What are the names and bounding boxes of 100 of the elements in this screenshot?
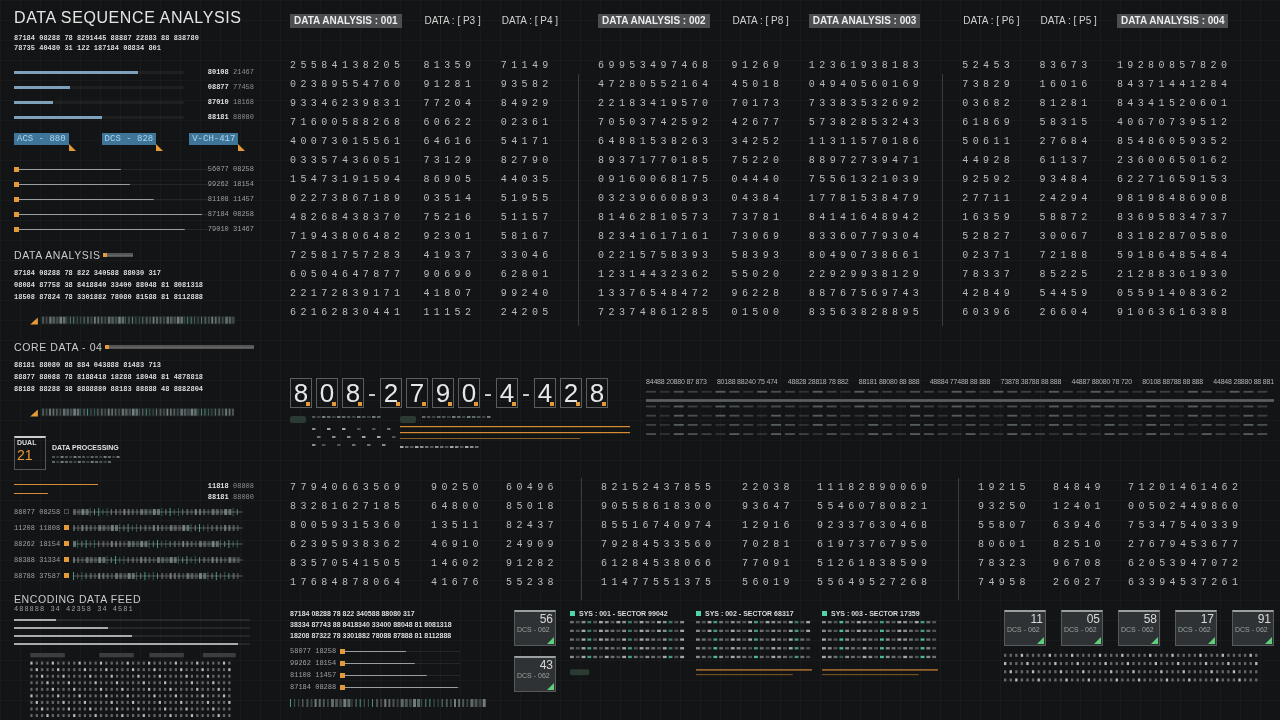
digit-row-text: 82437 (506, 519, 559, 533)
digit-row-text: 13376548472 (598, 287, 713, 301)
digit-row-text: 83673 (1039, 59, 1093, 73)
digit-row-text: 25584138205 (290, 59, 405, 73)
page-title: DATA SEQUENCE ANALYSIS (14, 8, 242, 28)
digit-row-text: 91282 (506, 557, 559, 571)
digit-row-text: 90250 (431, 481, 484, 495)
digit-row-text: 83695834737 (1116, 211, 1232, 225)
digit-row-text: 02215758393 (598, 249, 713, 263)
digit-row-text: 12916 (742, 519, 795, 533)
column-header: DATA : [ P5 ] (1039, 14, 1098, 28)
digit-row-text: 52827 (962, 230, 1016, 244)
digit-row-text: 40670739512 (1116, 116, 1232, 130)
digit-row-text: 42677 (731, 116, 785, 130)
digit-row-text: 61869 (962, 116, 1016, 130)
digit-row-text: 83281627185 (290, 500, 406, 514)
digit-row-text: 62162830441 (290, 306, 405, 320)
digit-row-text: 91269 (731, 59, 785, 73)
digit-row-text: 56019 (742, 576, 795, 590)
digit-row-text: 92301 (423, 230, 477, 244)
digit-row-text: 70173 (731, 97, 785, 111)
serial-digit: 2 (560, 378, 582, 408)
digit-row-text: 62053947072 (1128, 557, 1244, 571)
digit-row-text: 22929938129 (808, 268, 924, 282)
digit-row-text: 78323 (978, 557, 1031, 571)
digit-row-text: 62395938362 (290, 538, 406, 552)
digit-row-text: 61284538066 (601, 557, 717, 571)
digit-row-text: 27684 (1039, 135, 1093, 149)
digit-row-text: 04384 (731, 192, 785, 206)
digit-row-text: 84141648942 (808, 211, 924, 225)
digit-row-text: 22172839171 (290, 287, 405, 301)
digit-row-text: 30067 (1039, 230, 1093, 244)
digit-row-text: 73829 (962, 78, 1016, 92)
digit-row-text: 22183419570 (598, 97, 713, 111)
digit-row-text: 12361938183 (808, 59, 924, 73)
digit-row-text: 64800 (431, 500, 484, 514)
micro-text-drawing (52, 454, 122, 465)
digit-row-text: 71149 (500, 59, 554, 73)
digit-row-text: 02371 (962, 249, 1016, 263)
digit-row-text: 71943806482 (290, 230, 405, 244)
digit-row-text: 63946 (1053, 519, 1106, 533)
digit-row-text: 71600588268 (290, 116, 405, 130)
serial-digit: 4 (496, 378, 518, 408)
digit-row-text: 80490738661 (808, 249, 924, 263)
column-header: DATA ANALYSIS : 001 (290, 14, 402, 28)
digit-row-text: 78337 (962, 268, 1016, 282)
card-number: 56 (539, 612, 553, 626)
tag-label: ACS - 880 (14, 133, 69, 145)
digit-row-text: 03239660893 (598, 192, 713, 206)
digit-row-text: 26027 (1053, 576, 1106, 590)
column-header: DATA ANALYSIS : 004 (1116, 14, 1229, 28)
serial-digit: 8 (586, 378, 608, 408)
column-header: DATA ANALYSIS : 003 (808, 14, 921, 28)
digit-row-text: 58393 (731, 249, 785, 263)
serial-dash: - (368, 379, 376, 407)
digit-row-text: 45018 (731, 78, 785, 92)
digit-row-text: 83563828895 (808, 306, 924, 320)
digit-row-text: 84371441284 (1116, 78, 1232, 92)
digit-row-text: 82341617161 (598, 230, 713, 244)
serial-dash: - (522, 379, 530, 407)
digit-row-text: 80059315360 (290, 519, 406, 533)
column-header: DATA : [ P6 ] (962, 14, 1021, 28)
digit-row-text: 89371770185 (598, 154, 713, 168)
corner-triangle-icon (1094, 637, 1101, 644)
digit-row-text: 13511 (431, 519, 484, 533)
corner-triangle-icon (1265, 637, 1272, 644)
digit-row-text: 09160068175 (598, 173, 713, 187)
digit-row-text: 11311570186 (808, 135, 924, 149)
digit-row-text: 77091 (742, 557, 795, 571)
digit-row-text: 19215 (978, 481, 1031, 495)
card-number: 91 (1257, 612, 1271, 626)
digit-row-text: 54171 (500, 135, 554, 149)
digit-row-text: 96708 (1053, 557, 1106, 571)
digit-row-text: 46910 (431, 538, 484, 552)
digit-row-text: 93484 (1039, 173, 1093, 187)
digit-row-text: 93647 (742, 500, 795, 514)
digit-row-text: 12314432362 (598, 268, 713, 282)
digit-row-text: 85018 (506, 500, 559, 514)
digit-row-text: 69953497468 (598, 59, 713, 73)
digit-row-text: 55649527268 (817, 576, 933, 590)
digit-row-text: 42849 (962, 287, 1016, 301)
section-title: ENCODING DATA FEED (14, 592, 143, 605)
serial-digit: 0 (458, 378, 480, 408)
column-header: DATA : [ P4 ] (500, 14, 560, 28)
digit-row-text: 63394537261 (1128, 576, 1244, 590)
digit-row-text: 22038 (742, 481, 795, 495)
serial-digit: 9 (432, 378, 454, 408)
digit-row-text: 91281 (423, 78, 477, 92)
digit-row-text: 17781538479 (808, 192, 924, 206)
digit-row-text: 44928 (962, 154, 1016, 168)
digit-row-text: 34252 (731, 135, 785, 149)
digit-row-text: 60622 (423, 116, 477, 130)
digit-row-text: 86905 (423, 173, 477, 187)
digit-row-text: 12401 (1053, 500, 1106, 514)
corner-triangle-icon (547, 683, 554, 690)
corner-triangle-icon (156, 144, 164, 151)
digit-row-text: 05591408362 (1116, 287, 1232, 301)
digit-row-text: 81281 (1039, 97, 1093, 111)
digit-row-text: 85486059352 (1116, 135, 1232, 149)
column-header: DATA ANALYSIS : 002 (598, 14, 710, 28)
